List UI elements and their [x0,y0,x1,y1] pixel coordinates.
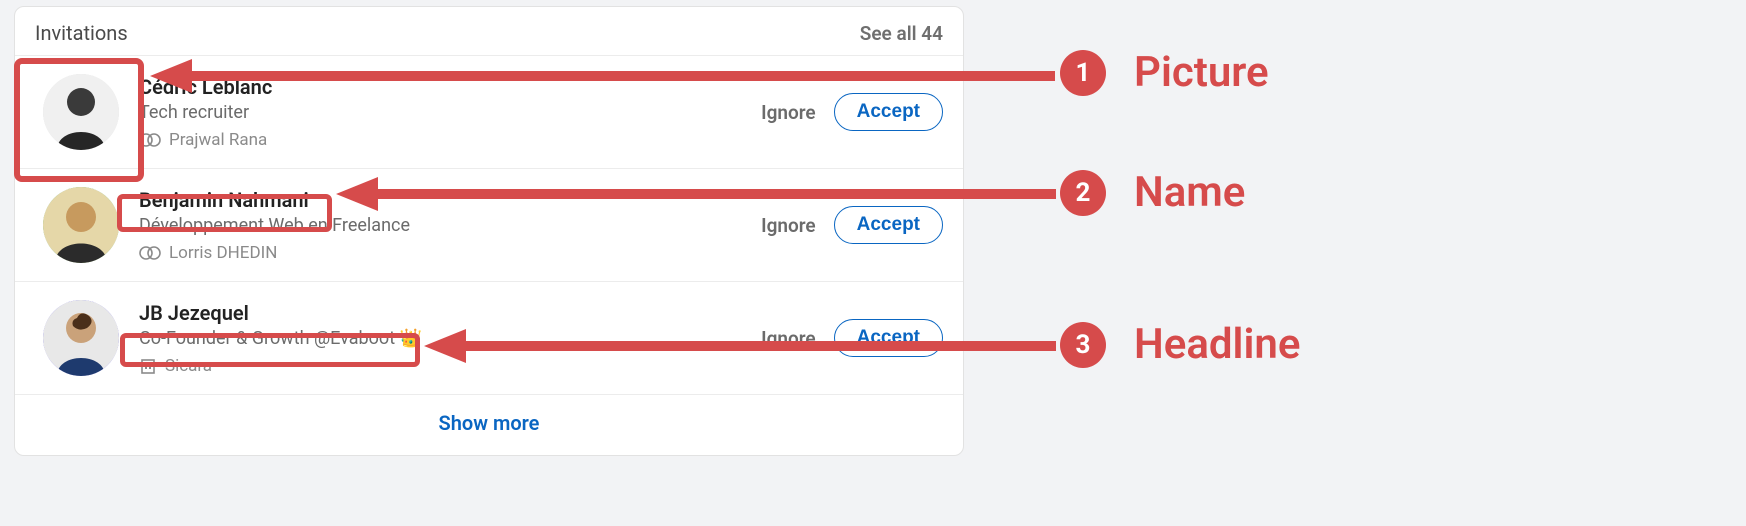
accept-button[interactable]: Accept [834,206,943,244]
avatar[interactable] [43,300,119,376]
card-header: Invitations See all 44 [15,7,963,55]
accept-button[interactable]: Accept [834,93,943,131]
annotation-number: 1 [1060,50,1106,96]
person-headline: Co-Founder & Growth @Evaboot 👑 [139,326,741,351]
row-actions: Ignore Accept [761,206,943,244]
row-actions: Ignore Accept [761,93,943,131]
ignore-button[interactable]: Ignore [761,214,816,237]
accept-button[interactable]: Accept [834,319,943,357]
mutual-name: Lorris DHEDIN [169,243,277,263]
invitation-row: JB Jezequel Co-Founder & Growth @Evaboot… [15,281,963,394]
ignore-button[interactable]: Ignore [761,101,816,124]
card-title: Invitations [35,21,128,45]
ignore-button[interactable]: Ignore [761,327,816,350]
mutual-connections-icon [139,133,161,147]
mutual-name: Sicara [165,356,212,376]
see-all-link[interactable]: See all 44 [860,22,943,45]
avatar[interactable] [43,187,119,263]
mutual-connections: Prajwal Rana [139,130,741,150]
annotation-number: 3 [1060,322,1106,368]
person-headline: Tech recruiter [139,100,741,125]
invitation-info: Benjamin Nahmani Développement Web en Fr… [139,187,741,262]
annotation-callout-headline: 3 Headline [1060,320,1300,369]
invitation-row: Cédric Leblanc Tech recruiter Prajwal Ra… [15,55,963,168]
annotation-number: 2 [1060,170,1106,216]
invitation-row: Benjamin Nahmani Développement Web en Fr… [15,168,963,281]
invitation-info: JB Jezequel Co-Founder & Growth @Evaboot… [139,300,741,375]
person-name[interactable]: Benjamin Nahmani [139,187,741,213]
mutual-connections-icon [139,246,161,260]
invitation-list: Cédric Leblanc Tech recruiter Prajwal Ra… [15,55,963,394]
show-more-button[interactable]: Show more [15,394,963,455]
mutual-connections: Sicara [139,356,741,376]
annotation-label: Headline [1134,320,1300,369]
row-actions: Ignore Accept [761,319,943,357]
annotation-label: Picture [1134,48,1269,97]
mutual-name: Prajwal Rana [169,130,267,150]
person-name[interactable]: JB Jezequel [139,300,741,326]
mutual-connections: Lorris DHEDIN [139,243,741,263]
annotation-label: Name [1134,168,1245,217]
invitations-card: Invitations See all 44 Cédric Leblanc Te… [14,6,964,456]
company-icon [139,357,157,375]
annotation-callout-name: 2 Name [1060,168,1245,217]
invitation-info: Cédric Leblanc Tech recruiter Prajwal Ra… [139,74,741,149]
person-name[interactable]: Cédric Leblanc [139,74,741,100]
avatar[interactable] [43,74,119,150]
person-headline: Développement Web en Freelance [139,213,741,238]
annotation-callout-picture: 1 Picture [1060,48,1269,97]
